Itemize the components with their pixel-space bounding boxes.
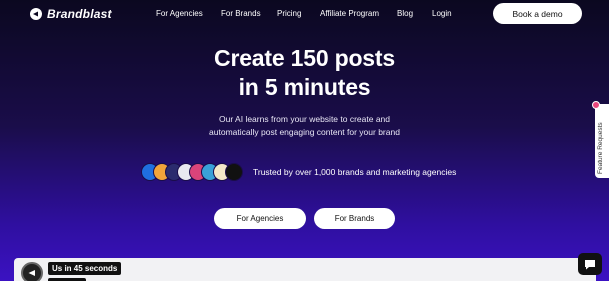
book-demo-button[interactable]: Book a demo [493, 3, 582, 24]
trust-row: Trusted by over 1,000 brands and marketi… [141, 163, 456, 181]
notification-badge [592, 101, 600, 109]
top-navigation: Brandblast For Agencies For Brands Prici… [0, 0, 609, 28]
chat-icon[interactable] [578, 253, 602, 275]
brand-logo[interactable]: Brandblast [30, 7, 112, 21]
hero-subheadline: Our AI learns from your website to creat… [0, 113, 609, 139]
subheadline-line-1: Our AI learns from your website to creat… [218, 114, 391, 124]
nav-link-affiliate-program[interactable]: Affiliate Program [320, 9, 379, 18]
subheadline-line-2: automatically post engaging content for … [209, 127, 400, 137]
hero-headline: Create 150 posts in 5 minutes [0, 44, 609, 102]
for-agencies-button[interactable]: For Agencies [214, 208, 306, 229]
play-icon[interactable] [21, 262, 43, 281]
video-label: Us in 45 seconds [48, 262, 122, 275]
nav-link-blog[interactable]: Blog [397, 9, 413, 18]
headline-line-2: in 5 minutes [238, 74, 371, 100]
brandblast-logo-icon [30, 8, 42, 20]
customer-logo-icon [225, 163, 243, 181]
trust-text: Trusted by over 1,000 brands and marketi… [253, 167, 457, 177]
nav-link-for-agencies[interactable]: For Agencies [156, 9, 203, 18]
feature-requests-tab[interactable]: Feature Requests [595, 104, 609, 178]
feature-requests-label: Feature Requests [597, 122, 604, 174]
headline-line-1: Create 150 posts [214, 45, 395, 71]
customer-logos [141, 163, 243, 181]
nav-link-for-brands[interactable]: For Brands [221, 9, 261, 18]
nav-link-pricing[interactable]: Pricing [277, 9, 301, 18]
brand-name: Brandblast [47, 7, 112, 21]
nav-link-login[interactable]: Login [432, 9, 452, 18]
for-brands-button[interactable]: For Brands [314, 208, 395, 229]
